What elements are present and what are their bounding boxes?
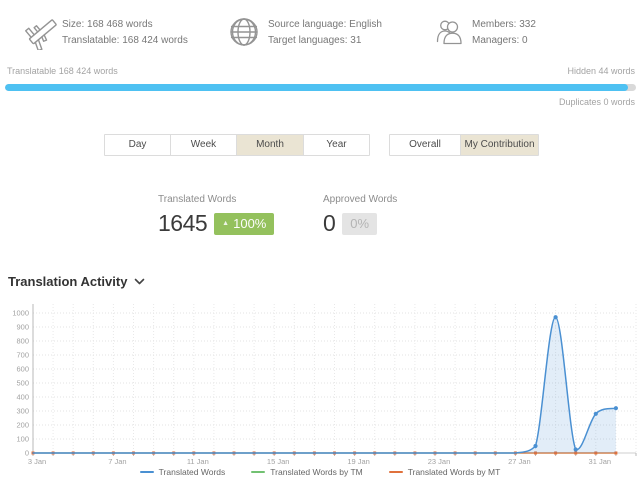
svg-text:500: 500 — [16, 379, 29, 388]
translatable-words-label: Translatable 168 424 words — [7, 66, 118, 76]
svg-text:15 Jan: 15 Jan — [267, 457, 290, 466]
members-line: Members: 332 — [472, 19, 536, 30]
tab-week[interactable]: Week — [170, 134, 237, 156]
translation-activity-header[interactable]: Translation Activity — [8, 274, 145, 289]
translated-words-stat: Translated Words 1645 ▲ 100% — [158, 194, 275, 237]
stat-change-badge: 0% — [342, 212, 378, 235]
tab-day[interactable]: Day — [104, 134, 171, 156]
chart-legend: Translated Words Translated Words by TM … — [0, 467, 640, 477]
svg-text:100: 100 — [16, 435, 29, 444]
tab-my-contribution[interactable]: My Contribution — [460, 134, 539, 156]
members-icon — [434, 18, 464, 46]
time-range-tabs: Day Week Month Year — [104, 134, 370, 156]
progress-fill — [5, 84, 628, 91]
legend-label: Translated Words by TM — [270, 467, 363, 477]
project-language-info: Source language: English Target language… — [268, 17, 382, 49]
svg-text:700: 700 — [16, 351, 29, 360]
source-language-line: Source language: English — [268, 19, 382, 30]
approved-words-stat: Approved Words 0 0% — [323, 194, 397, 237]
caliper-icon — [24, 12, 62, 52]
legend-label: Translated Words by MT — [407, 467, 501, 477]
stat-label: Approved Words — [323, 194, 398, 205]
svg-text:19 Jan: 19 Jan — [347, 457, 370, 466]
tab-overall[interactable]: Overall — [389, 134, 461, 156]
scope-tabs: Overall My Contribution — [389, 134, 539, 156]
svg-text:3 Jan: 3 Jan — [28, 457, 46, 466]
legend-label: Translated Words — [158, 467, 226, 477]
svg-text:600: 600 — [16, 365, 29, 374]
legend-dash-icon — [139, 471, 154, 473]
chevron-down-icon[interactable] — [134, 278, 145, 285]
globe-icon — [228, 16, 260, 48]
managers-line: Managers: 0 — [472, 35, 528, 46]
badge-percent: 100% — [233, 216, 267, 231]
legend-item-translated-by-tm[interactable]: Translated Words by TM — [251, 467, 363, 477]
legend-dash-icon — [388, 471, 403, 473]
section-title-text: Translation Activity — [8, 274, 128, 289]
svg-text:31 Jan: 31 Jan — [589, 457, 612, 466]
translation-progress-bar[interactable] — [5, 84, 636, 91]
translatable-line: Translatable: 168 424 words — [62, 35, 188, 46]
legend-item-translated-words[interactable]: Translated Words — [139, 467, 226, 477]
svg-text:300: 300 — [16, 407, 29, 416]
svg-text:1000: 1000 — [12, 309, 29, 318]
translation-activity-chart[interactable]: 010020030040050060070080090010003 Jan 7 J… — [0, 292, 640, 472]
stat-label: Translated Words — [158, 194, 237, 205]
badge-percent: 0% — [350, 216, 370, 231]
svg-text:900: 900 — [16, 323, 29, 332]
svg-text:7 Jan: 7 Jan — [108, 457, 126, 466]
stat-value: 0 — [323, 210, 336, 236]
stat-value: 1645 — [158, 210, 208, 236]
tab-year[interactable]: Year — [303, 134, 370, 156]
target-languages-line: Target languages: 31 — [268, 35, 362, 46]
svg-text:11 Jan: 11 Jan — [187, 457, 209, 466]
svg-text:800: 800 — [16, 337, 29, 346]
svg-text:400: 400 — [16, 393, 29, 402]
stat-change-badge: ▲ 100% — [214, 212, 275, 235]
legend-item-translated-by-mt[interactable]: Translated Words by MT — [388, 467, 501, 477]
svg-text:200: 200 — [16, 421, 29, 430]
legend-dash-icon — [251, 471, 266, 473]
hidden-words-label: Hidden 44 words — [567, 66, 635, 76]
size-line: Size: 168 468 words — [62, 19, 153, 30]
duplicates-words-label: Duplicates 0 words — [558, 97, 635, 107]
project-members-info: Members: 332 Managers: 0 — [472, 17, 536, 49]
up-arrow-icon: ▲ — [222, 220, 230, 227]
svg-text:23 Jan: 23 Jan — [428, 457, 451, 466]
tab-month[interactable]: Month — [236, 134, 304, 156]
svg-text:27 Jan: 27 Jan — [508, 457, 531, 466]
project-size-info: Size: 168 468 words Translatable: 168 42… — [62, 17, 188, 49]
